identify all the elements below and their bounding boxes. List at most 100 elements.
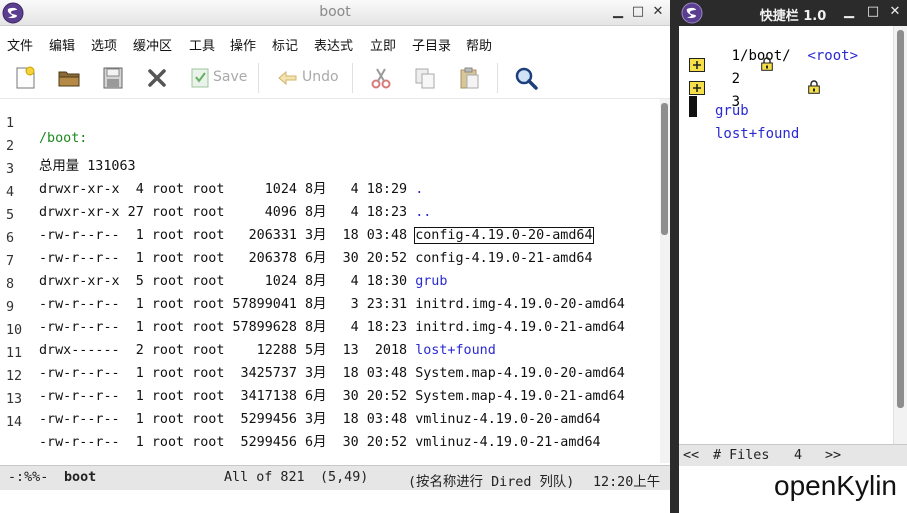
- speedbar-mode-line: << # Files 4 >>: [679, 444, 907, 466]
- copy-icon[interactable]: [412, 65, 438, 91]
- speedbar-titlebar[interactable]: 快捷栏 1.0 ▁ □ ✕: [679, 0, 907, 26]
- undo-icon[interactable]: [276, 65, 302, 91]
- toolbar-separator: [352, 63, 353, 93]
- file-row[interactable]: 12 -rw-r--r-- 1 root root 3417138 6月 30 …: [0, 354, 625, 404]
- menu-help[interactable]: 帮助: [466, 35, 492, 54]
- file-row[interactable]: 11 -rw-r--r-- 1 root root 3425737 3月 18 …: [0, 331, 625, 381]
- speedbar-item[interactable]: 3 lost+found: [681, 78, 881, 142]
- scrollbar-thumb[interactable]: [661, 103, 668, 235]
- file-row[interactable]: 14 -rw-r--r-- 1 root root 5299456 6月 30 …: [0, 400, 601, 450]
- menu-mark[interactable]: 标记: [272, 35, 298, 54]
- menu-file[interactable]: 文件: [7, 35, 33, 54]
- modeline-position: All of 821: [224, 470, 305, 485]
- lock-icon: [808, 80, 820, 94]
- file-name[interactable]: ..: [415, 205, 431, 220]
- close-button[interactable]: ✕: [650, 4, 666, 20]
- menu-edit[interactable]: 编辑: [49, 35, 75, 54]
- save-label[interactable]: Save: [213, 69, 247, 85]
- speedbar-item[interactable]: 2 grub: [681, 55, 881, 119]
- file-row[interactable]: 10 drwx------ 2 root root 12288 5月 13 20…: [0, 308, 496, 358]
- file-attributes: drwxr-xr-x 27 root root 4096 8月 4 18:23: [39, 205, 416, 220]
- file-attributes: -rw-r--r-- 1 root root 3425737 3月 18 03:…: [39, 366, 416, 381]
- file-row[interactable]: 6 -rw-r--r-- 1 root root 206378 6月 30 20…: [0, 216, 593, 266]
- speedbar-prev-button[interactable]: <<: [683, 448, 699, 463]
- menubar: 文件 编辑 选项 缓冲区 工具 操作 标记 表达式 立即 子目录 帮助: [0, 27, 670, 57]
- close-buffer-icon[interactable]: [144, 65, 170, 91]
- speedbar-path-line: 1/boot/ <root>: [681, 32, 858, 64]
- cut-scissors-icon[interactable]: [368, 65, 394, 91]
- folder-expand-icon[interactable]: [689, 81, 705, 95]
- paste-icon[interactable]: [456, 65, 482, 91]
- file-attributes: -rw-r--r-- 1 root root 57899041 8月 3 23:…: [39, 297, 416, 312]
- file-name[interactable]: .: [415, 182, 423, 197]
- speedbar-mode-label[interactable]: # Files: [713, 448, 769, 463]
- mode-line[interactable]: -:%%- boot All of 821 (5,49) (按名称进行 Dire…: [0, 465, 670, 490]
- undo-label[interactable]: Undo: [302, 69, 339, 85]
- file-row[interactable]: 4 drwxr-xr-x 27 root root 4096 8月 4 18:2…: [0, 170, 431, 220]
- file-attributes: -rw-r--r-- 1 root root 57899628 8月 4 18:…: [39, 320, 416, 335]
- file-row[interactable]: 7 drwxr-xr-x 5 root root 1024 8月 4 18:30…: [0, 239, 447, 289]
- file-name[interactable]: lost+found: [415, 343, 496, 358]
- minibuffer[interactable]: [0, 490, 670, 513]
- file-name[interactable]: initrd.img-4.19.0-21-amd64: [415, 320, 625, 335]
- maximize-button[interactable]: □: [865, 4, 881, 20]
- file-name[interactable]: config-4.19.0-20-amd64: [415, 228, 592, 243]
- openkylin-logo-text: openKylin: [774, 470, 897, 501]
- text-cursor: config-4.19.0-20-amd64: [414, 227, 594, 244]
- speedbar-scrollbar[interactable]: [893, 26, 907, 444]
- open-folder-icon[interactable]: [56, 65, 82, 91]
- file-row[interactable]: 5 -rw-r--r-- 1 root root 206331 3月 18 03…: [0, 193, 594, 244]
- file-row[interactable]: 13 -rw-r--r-- 1 root root 5299456 3月 18 …: [0, 377, 601, 427]
- file-name[interactable]: vmlinuz-4.19.0-20-amd64: [415, 412, 600, 427]
- close-button[interactable]: ✕: [887, 4, 903, 20]
- search-icon[interactable]: [513, 65, 539, 91]
- window-title: boot: [319, 4, 351, 20]
- dired-buffer[interactable]: 1 /boot: 2 总用量 131063 3 drwxr-xr-x 4 roo…: [0, 99, 660, 463]
- file-attributes: -rw-r--r-- 1 root root 206378 6月 30 20:5…: [39, 251, 416, 266]
- file-name[interactable]: initrd.img-4.19.0-20-amd64: [415, 297, 625, 312]
- new-file-icon[interactable]: [12, 65, 38, 91]
- file-name[interactable]: grub: [415, 274, 447, 289]
- toolbar-separator: [497, 63, 498, 93]
- speedbar-item-label[interactable]: lost+found: [715, 126, 799, 142]
- menu-buffers[interactable]: 缓冲区: [133, 35, 172, 54]
- file-name[interactable]: System.map-4.19.0-21-amd64: [415, 389, 625, 404]
- save-disk-icon[interactable]: [100, 65, 126, 91]
- file-attributes: drwx------ 2 root root 12288 5月 13 2018: [39, 343, 416, 358]
- folder-expand-icon[interactable]: [689, 58, 705, 72]
- file-name[interactable]: vmlinuz-4.19.0-21-amd64: [415, 435, 600, 450]
- minimize-button[interactable]: ▁: [610, 4, 626, 20]
- menu-operate[interactable]: 操作: [230, 35, 256, 54]
- save-icon[interactable]: [190, 65, 212, 91]
- total-size-line: 总用量 131063: [39, 159, 136, 174]
- scrollbar-thumb[interactable]: [897, 30, 904, 408]
- speedbar-next-button[interactable]: >>: [825, 448, 841, 463]
- menu-options[interactable]: 选项: [91, 35, 117, 54]
- file-name[interactable]: config-4.19.0-21-amd64: [415, 251, 592, 266]
- file-row[interactable]: 8 -rw-r--r-- 1 root root 57899041 8月 3 2…: [0, 262, 625, 312]
- menu-immediate[interactable]: 立即: [370, 35, 396, 54]
- buffer-scrollbar[interactable]: [660, 99, 670, 463]
- file-name[interactable]: System.map-4.19.0-20-amd64: [415, 366, 625, 381]
- file-attributes: drwxr-xr-x 4 root root 1024 8月 4 18:29: [39, 182, 416, 197]
- speedbar-window: 快捷栏 1.0 ▁ □ ✕ 1/boot/ <root> 2 grub 3 lo…: [679, 0, 907, 513]
- buffer-line: 2 总用量 131063: [0, 124, 136, 174]
- menu-regexp[interactable]: 表达式: [314, 35, 353, 54]
- maximize-button[interactable]: □: [630, 4, 646, 20]
- emacs-titlebar[interactable]: boot ▁ □ ✕: [0, 0, 670, 26]
- toolbar: Save Undo: [0, 57, 670, 99]
- menu-subdir[interactable]: 子目录: [412, 35, 451, 54]
- file-row[interactable]: 3 drwxr-xr-x 4 root root 1024 8月 4 18:29…: [0, 147, 423, 197]
- modeline-time: 12:20上午: [593, 475, 661, 490]
- minimize-button[interactable]: ▁: [841, 4, 857, 20]
- speedbar-content[interactable]: 1/boot/ <root> 2 grub 3 lost+found: [679, 26, 893, 444]
- menu-tools[interactable]: 工具: [189, 35, 215, 54]
- file-attributes: -rw-r--r-- 1 root root 3417138 6月 30 20:…: [39, 389, 416, 404]
- modeline-mode[interactable]: (按名称进行 Dired 列队): [408, 470, 574, 490]
- modeline-buffer-name[interactable]: boot: [64, 470, 96, 485]
- file-attributes: -rw-r--r-- 1 root root 5299456 3月 18 03:…: [39, 412, 416, 427]
- file-attributes: drwxr-xr-x 5 root root 1024 8月 4 18:30: [39, 274, 416, 289]
- file-row[interactable]: 9 -rw-r--r-- 1 root root 57899628 8月 4 1…: [0, 285, 625, 335]
- lock-icon: [761, 57, 773, 71]
- line-number: 14: [6, 415, 23, 430]
